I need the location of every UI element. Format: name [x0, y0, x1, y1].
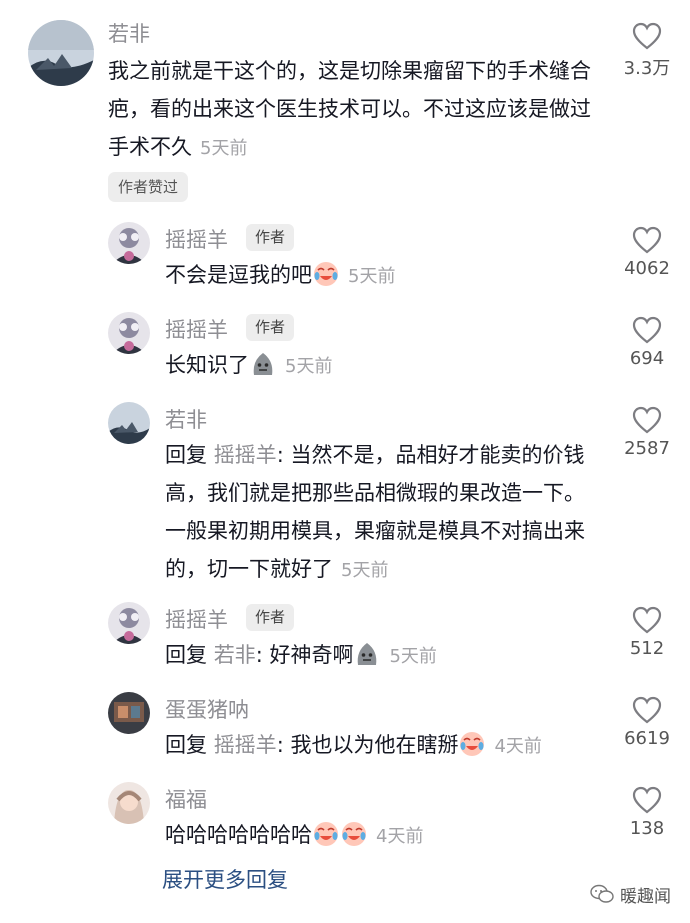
avatar[interactable] [28, 20, 94, 86]
username[interactable]: 若非 [108, 18, 150, 48]
timestamp: 4天前 [376, 826, 424, 847]
comment-text: 哈哈哈哈哈哈哈 4天前 [165, 816, 595, 856]
like-count: 4062 [624, 258, 670, 279]
username[interactable]: 福福 [165, 784, 207, 814]
reply-label: 回复 [165, 643, 207, 667]
reply-colon: : [276, 733, 284, 757]
comment-text: 长知识了 5天前 [165, 346, 595, 386]
expand-more-replies-link[interactable]: 展开更多回复 [162, 864, 288, 894]
timestamp: 5天前 [348, 266, 396, 287]
avatar-image [108, 222, 150, 264]
like-count: 2587 [624, 438, 670, 459]
reply-colon: : [276, 443, 284, 467]
crying-laugh-emoji [314, 822, 338, 846]
author-liked-tag: 作者赞过 [108, 172, 189, 202]
avatar-image [108, 602, 150, 644]
username[interactable]: 摇摇羊 [165, 224, 228, 254]
comment-content: 哈哈哈哈哈哈哈 [165, 823, 312, 847]
crying-laugh-emoji [314, 262, 338, 286]
watermark-text: 暖趣闻 [620, 886, 671, 907]
timestamp: 5天前 [389, 646, 437, 667]
author-badge: 作者 [246, 604, 295, 631]
author-badge: 作者 [246, 224, 295, 251]
username[interactable]: 摇摇羊 [165, 314, 228, 344]
heart-icon [632, 696, 662, 724]
comment-text: 回复 摇摇羊: 当然不是，品相好才能卖的价钱高，我们就是把那些品相微瑕的果改造一… [165, 436, 595, 590]
like-button[interactable]: 6619 [602, 696, 690, 749]
crying-laugh-emoji [460, 732, 485, 756]
heart-icon [632, 406, 662, 434]
avatar[interactable] [108, 602, 150, 644]
heart-icon [632, 606, 662, 634]
like-button[interactable]: 138 [602, 786, 690, 839]
avatar-image [108, 782, 150, 824]
avatar[interactable] [108, 312, 150, 354]
stone-face-emoji [358, 643, 377, 665]
like-count: 694 [629, 348, 665, 369]
comment-text: 我之前就是干这个的，这是切除果瘤留下的手术缝合疤，看的出来这个医生技术可以。不过… [108, 52, 600, 168]
crying-laugh-emoji [342, 822, 366, 846]
like-button[interactable]: 512 [602, 606, 690, 659]
avatar[interactable] [108, 402, 150, 444]
like-count: 6619 [624, 728, 670, 749]
reply-label: 回复 [165, 443, 207, 467]
like-button[interactable]: 2587 [602, 406, 690, 459]
username[interactable]: 蛋蛋猪呐 [165, 694, 249, 724]
reply-target-user[interactable]: 摇摇羊 [214, 443, 277, 467]
reply-colon: : [255, 643, 263, 667]
avatar-image [108, 402, 150, 444]
like-button[interactable]: 694 [602, 316, 690, 369]
timestamp: 5天前 [285, 356, 333, 377]
like-count: 138 [629, 818, 665, 839]
stone-face-emoji [253, 353, 273, 375]
reply-label: 回复 [165, 733, 207, 757]
wechat-icon [590, 884, 614, 903]
comment-text: 不会是逗我的吧 5天前 [165, 256, 595, 296]
comment-text: 回复 若非: 好神奇啊 5天前 [165, 636, 595, 676]
timestamp: 5天前 [341, 560, 389, 581]
comment-content: 我之前就是干这个的，这是切除果瘤留下的手术缝合疤，看的出来这个医生技术可以。不过… [108, 59, 591, 159]
author-badge: 作者 [246, 314, 295, 341]
heart-icon [632, 786, 662, 814]
like-button[interactable]: 4062 [602, 226, 690, 279]
avatar[interactable] [108, 782, 150, 824]
comment-content: 好神奇啊 [269, 643, 354, 667]
username[interactable]: 若非 [165, 404, 207, 434]
comment-text: 回复 摇摇羊: 我也以为他在瞎掰 4天前 [165, 726, 595, 766]
like-count: 512 [629, 638, 665, 659]
avatar-image [28, 20, 94, 86]
heart-icon [632, 316, 662, 344]
reply-target-user[interactable]: 若非 [214, 643, 256, 667]
timestamp: 5天前 [200, 138, 248, 159]
username[interactable]: 摇摇羊 [165, 604, 228, 634]
avatar-image [108, 312, 150, 354]
comment-content: 长知识了 [165, 353, 249, 377]
avatar[interactable] [108, 222, 150, 264]
comment-content: 不会是逗我的吧 [165, 263, 312, 287]
timestamp: 4天前 [494, 736, 542, 757]
reply-target-user[interactable]: 摇摇羊 [214, 733, 277, 757]
avatar-image [108, 692, 150, 734]
like-count: 3.3万 [623, 58, 671, 79]
comment-content: 我也以为他在瞎掰 [290, 733, 459, 757]
heart-icon [632, 22, 662, 50]
watermark: 暖趣闻 [590, 881, 671, 907]
heart-icon [632, 226, 662, 254]
like-button[interactable]: 3.3万 [602, 22, 690, 80]
avatar[interactable] [108, 692, 150, 734]
